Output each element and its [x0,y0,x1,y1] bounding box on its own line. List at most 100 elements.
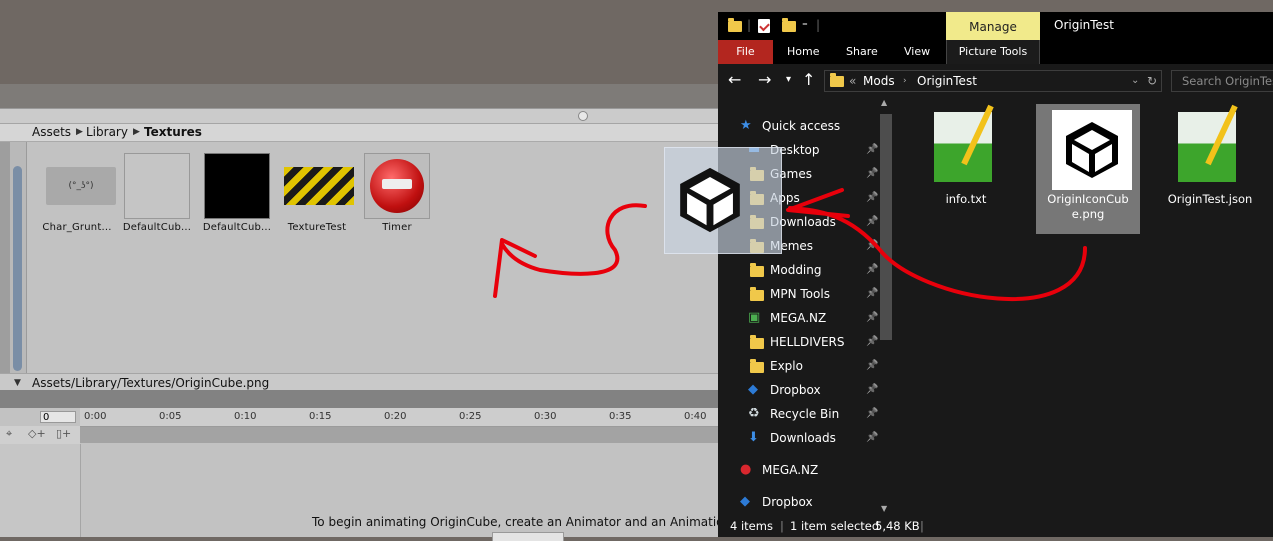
project-scrollbar[interactable] [10,142,27,390]
add-property-icon[interactable]: ▯+ [56,427,71,440]
scroll-up-icon[interactable]: ▲ [881,98,887,107]
scrollbar-thumb[interactable] [880,114,892,340]
add-event-icon[interactable]: ◇+ [28,427,46,440]
mega-icon: ● [740,462,752,477]
notepadpp-icon [924,104,1008,186]
sidebar-item-recycle-bin[interactable]: ♻ Recycle Bin 📌 [718,402,878,426]
asset-texture-test[interactable]: TextureTest [277,153,357,233]
properties-icon[interactable] [758,19,770,33]
navigation-scrollbar[interactable]: ▲ ▼ [878,98,894,518]
sidebar-item-label: MEGA.NZ [770,311,827,325]
pin-icon[interactable]: 📌 [866,234,878,258]
project-toolbar [0,109,718,124]
tab-picture-tools[interactable]: Picture Tools [946,40,1040,64]
breadcrumb-separator-icon: ▶ [76,127,83,137]
tab-view[interactable]: View [904,40,930,64]
thumbnail-size-slider[interactable] [578,111,588,121]
window-title: OriginTest [1054,18,1114,32]
animation-panel: 0 0:00 0:05 0:10 0:15 0:20 0:25 0:30 0:3… [0,408,743,541]
asset-label: Timer [382,222,412,233]
pin-icon[interactable]: 📌 [866,426,878,450]
quick-access-dropdown-icon[interactable]: ₌ [802,16,808,29]
sidebar-item-label: Downloads [770,431,836,445]
pin-icon[interactable]: 📌 [866,330,878,354]
manage-tab[interactable]: Manage [946,12,1040,40]
mega-folder-icon: ▣ [748,310,761,325]
pin-icon[interactable]: 📌 [866,402,878,426]
timeline-track[interactable] [80,427,718,443]
recent-locations-chevron-icon[interactable]: ▾ [786,74,791,85]
pin-icon[interactable]: 📌 [866,138,878,162]
sidebar-item-explo[interactable]: Explo 📌 [718,354,878,378]
pin-icon[interactable]: 📌 [866,282,878,306]
pin-icon[interactable]: 📌 [866,306,878,330]
file-item-origin-icon-cube[interactable]: OriginIconCube.png [1040,106,1136,222]
sidebar-item-mega-nz[interactable]: ● MEGA.NZ [718,458,878,482]
breadcrumb-library[interactable]: Library [86,124,128,141]
address-dropdown-icon[interactable]: ⌄ [1131,71,1139,91]
refresh-icon[interactable]: ↻ [1147,71,1157,91]
add-keyframe-icon[interactable]: ⌖ [6,427,12,441]
navigation-bar: ← → ▾ ↑ « Mods › OriginTest ⌄ ↻ Search O… [718,64,1273,98]
pin-icon[interactable]: 📌 [866,186,878,210]
timeline-ruler[interactable]: 0:00 0:05 0:10 0:15 0:20 0:25 0:30 0:35 … [80,408,718,427]
breadcrumb-assets[interactable]: Assets [32,124,71,141]
pin-icon[interactable]: 📌 [866,378,878,402]
pin-icon[interactable]: 📌 [866,258,878,282]
address-crumb-mods[interactable]: Mods [863,71,895,91]
address-crumb-origintest[interactable]: OriginTest [917,71,977,91]
folder-icon [750,335,764,349]
notepadpp-icon [1168,104,1252,186]
ribbon-tabs: File Home Share View Picture Tools [718,40,1273,64]
address-overflow-icon[interactable]: « [849,71,856,91]
download-arrow-icon: ⬇ [748,430,759,445]
scrollbar-thumb[interactable] [13,166,22,371]
breadcrumb-textures[interactable]: Textures [144,124,202,141]
tab-home[interactable]: Home [787,40,819,64]
folder-tree-strip [0,142,10,390]
sidebar-item-modding[interactable]: Modding 📌 [718,258,878,282]
asset-char-grunt[interactable]: (°_ʖ°) Char_Grunt... [37,153,117,233]
pin-icon[interactable]: 📌 [866,210,878,234]
sidebar-item-label: Modding [770,263,822,277]
asset-timer[interactable]: Timer [357,153,437,233]
breadcrumb: Assets ▶ Library ▶ Textures [0,124,718,142]
file-item-info-txt[interactable]: info.txt [918,104,1014,207]
forward-arrow-icon[interactable]: → [758,70,771,89]
sidebar-item-label: MPN Tools [770,287,830,301]
sidebar-item-dropbox[interactable]: ◆ Dropbox 📌 [718,378,878,402]
asset-thumbnail [284,153,354,219]
timeline-tick: 0:00 [84,411,107,422]
tab-file[interactable]: File [718,40,773,64]
scroll-down-icon[interactable]: ▼ [881,504,887,513]
sidebar-item-helldivers[interactable]: HELLDIVERS 📌 [718,330,878,354]
asset-label: DefaultCub... [202,222,272,233]
sidebar-item-downloads[interactable]: ⬇ Downloads 📌 [718,426,878,450]
back-arrow-icon[interactable]: ← [728,70,741,89]
sidebar-item-quick-access[interactable]: ★ Quick access [718,114,878,138]
cube-icon [1046,106,1132,190]
asset-label: Char_Grunt... [42,222,112,233]
pin-icon[interactable]: 📌 [866,162,878,186]
address-bar[interactable]: « Mods › OriginTest ⌄ ↻ [824,70,1162,92]
sidebar-item-mega-nz[interactable]: ▣ MEGA.NZ 📌 [718,306,878,330]
asset-default-cube-1[interactable]: DefaultCub... [117,153,197,233]
asset-label: DefaultCub... [122,222,192,233]
sidebar-item-mpn-tools[interactable]: MPN Tools 📌 [718,282,878,306]
selection-size: 5,48 KB [875,519,920,533]
asset-default-cube-2[interactable]: DefaultCub... [197,153,277,233]
sidebar-item-dropbox[interactable]: ◆ Dropbox [718,490,878,514]
file-item-origintest-json[interactable]: OriginTest.json [1162,104,1258,207]
search-input[interactable]: Search OriginTest [1171,70,1273,92]
unity-tab-strip [0,84,718,108]
separator-icon: | [816,18,821,32]
up-arrow-icon[interactable]: ↑ [802,70,815,89]
frame-field[interactable]: 0 [40,411,76,423]
new-folder-icon[interactable] [782,18,796,32]
panel-divider [0,390,718,408]
timeline-tick: 0:30 [534,411,557,422]
separator-icon: | [920,519,924,533]
address-chevron-icon: › [903,76,907,86]
pin-icon[interactable]: 📌 [866,354,878,378]
tab-share[interactable]: Share [846,40,878,64]
